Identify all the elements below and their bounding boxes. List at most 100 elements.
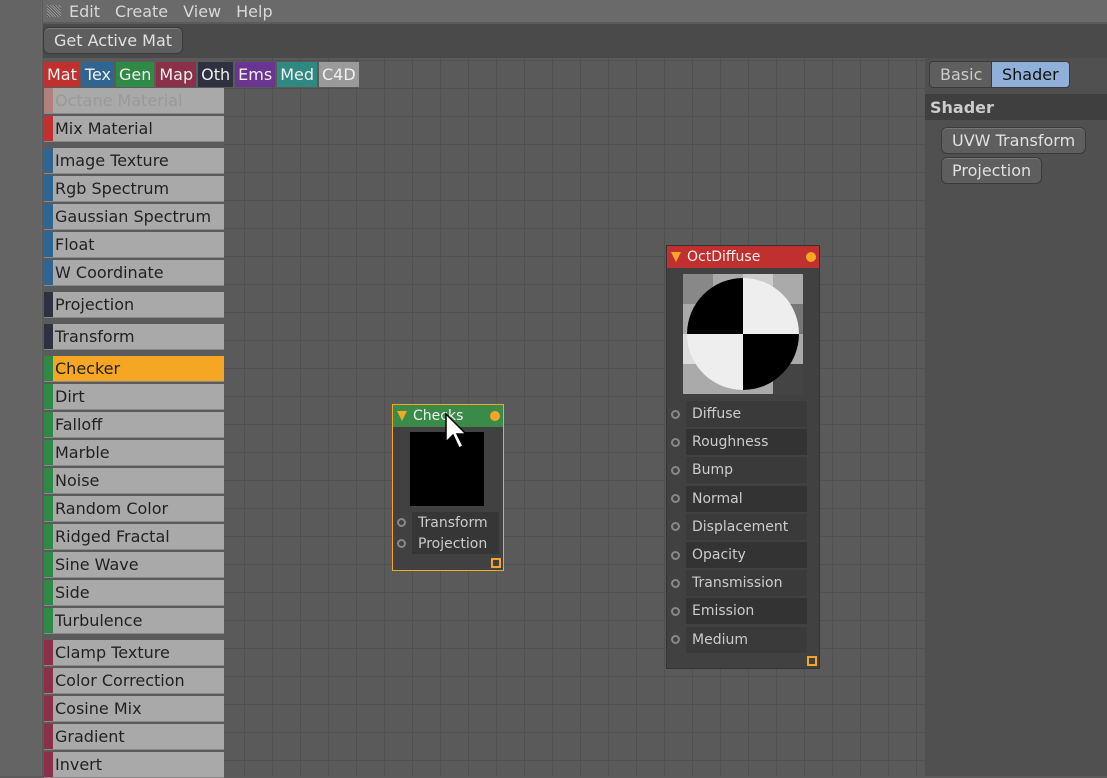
- port-transform[interactable]: Transform: [393, 512, 499, 533]
- category-color-bar: [44, 204, 53, 229]
- list-item[interactable]: Cosine Mix: [44, 696, 224, 722]
- port-opacity[interactable]: Opacity: [667, 542, 807, 568]
- menu-edit[interactable]: Edit: [69, 2, 100, 21]
- port-circle-icon[interactable]: [397, 539, 406, 548]
- list-item[interactable]: Noise: [44, 468, 224, 494]
- list-item-label: Falloff: [55, 415, 103, 434]
- category-tab-c4d[interactable]: C4D: [319, 62, 359, 87]
- list-item[interactable]: Float: [44, 232, 224, 258]
- port-circle-icon[interactable]: [671, 465, 680, 475]
- category-color-bar: [44, 552, 53, 577]
- list-item-label: Transform: [55, 327, 135, 346]
- port-emission[interactable]: Emission: [667, 598, 807, 625]
- port-circle-icon[interactable]: [671, 606, 680, 616]
- port-normal[interactable]: Normal: [667, 485, 807, 512]
- collapse-triangle-icon[interactable]: [397, 411, 407, 421]
- list-item-label: Color Correction: [55, 671, 185, 690]
- port-transmission[interactable]: Transmission: [667, 570, 807, 597]
- output-port-icon[interactable]: [806, 252, 816, 262]
- menu-view[interactable]: View: [183, 2, 221, 21]
- port-circle-icon[interactable]: [671, 409, 680, 419]
- port-circle-icon[interactable]: [397, 518, 406, 527]
- category-tab-map[interactable]: Map: [156, 62, 197, 87]
- tab-shader[interactable]: Shader: [991, 61, 1070, 88]
- port-circle-icon[interactable]: [671, 550, 680, 560]
- category-color-bar: [44, 496, 53, 521]
- category-tab-med[interactable]: Med: [277, 62, 317, 87]
- menu-help[interactable]: Help: [236, 2, 272, 21]
- list-item[interactable]: Marble: [44, 440, 224, 466]
- list-item[interactable]: Color Correction: [44, 668, 224, 694]
- category-tab-mat[interactable]: Mat: [44, 62, 80, 87]
- mouse-cursor-icon: [445, 412, 468, 450]
- list-item[interactable]: Sine Wave: [44, 552, 224, 578]
- list-item-label: Projection: [55, 295, 135, 314]
- list-item[interactable]: Image Texture: [44, 148, 224, 174]
- tab-basic[interactable]: Basic: [929, 61, 994, 88]
- list-item[interactable]: Checker: [44, 356, 224, 382]
- port-bump[interactable]: Bump: [667, 457, 807, 484]
- octdiffuse-node[interactable]: OctDiffuse Diffuse Roughness Bump Normal Dis…: [666, 245, 820, 669]
- grip-icon[interactable]: [47, 5, 61, 17]
- port-circle-icon[interactable]: [671, 578, 680, 588]
- list-item[interactable]: Gradient: [44, 724, 224, 750]
- category-color-bar: [44, 696, 53, 721]
- category-color-bar: [44, 148, 53, 173]
- list-item[interactable]: Mix Material: [44, 116, 224, 142]
- port-medium[interactable]: Medium: [667, 626, 807, 653]
- port-label: Transmission: [686, 570, 807, 597]
- section-header: Shader: [925, 94, 1107, 120]
- port-diffuse[interactable]: Diffuse: [667, 401, 807, 427]
- menu-bar: Edit Create View Help: [43, 0, 1107, 22]
- output-port-icon[interactable]: [490, 411, 500, 421]
- expand-icon[interactable]: [807, 656, 817, 666]
- list-item[interactable]: Rgb Spectrum: [44, 176, 224, 202]
- projection-button[interactable]: Projection: [941, 157, 1043, 184]
- node-header[interactable]: OctDiffuse: [667, 246, 819, 268]
- list-item-label: Clamp Texture: [55, 643, 170, 662]
- get-active-mat-button[interactable]: Get Active Mat: [43, 27, 184, 54]
- list-item[interactable]: Projection: [44, 292, 224, 318]
- expand-icon[interactable]: [491, 558, 501, 568]
- port-displacement[interactable]: Displacement: [667, 513, 807, 540]
- list-item-label: Side: [55, 583, 90, 602]
- category-color-bar: [44, 88, 53, 113]
- list-item[interactable]: Falloff: [44, 412, 224, 438]
- list-item[interactable]: Random Color: [44, 496, 224, 522]
- list-item[interactable]: Side: [44, 580, 224, 606]
- node-title: OctDiffuse: [687, 249, 761, 265]
- category-color-bar: [44, 752, 53, 777]
- list-item[interactable]: Gaussian Spectrum: [44, 204, 224, 230]
- port-projection[interactable]: Projection: [393, 533, 499, 554]
- list-item[interactable]: Ridged Fractal: [44, 524, 224, 550]
- category-tab-ems[interactable]: Ems: [235, 62, 276, 87]
- port-roughness[interactable]: Roughness: [667, 429, 807, 456]
- toolbar: Get Active Mat: [43, 24, 1107, 58]
- category-color-bar: [44, 724, 53, 749]
- category-tab-gen[interactable]: Gen: [115, 62, 155, 87]
- port-circle-icon[interactable]: [671, 635, 680, 645]
- port-circle-icon[interactable]: [671, 437, 680, 447]
- category-color-bar: [44, 468, 53, 493]
- list-item-label: W Coordinate: [55, 263, 164, 282]
- list-item[interactable]: Transform: [44, 324, 224, 350]
- collapse-triangle-icon[interactable]: [671, 252, 681, 262]
- category-color-bar: [44, 356, 53, 381]
- uvw-transform-button[interactable]: UVW Transform: [941, 127, 1087, 154]
- category-color-bar: [44, 116, 53, 141]
- list-item-label: Sine Wave: [55, 555, 139, 574]
- list-item[interactable]: Invert: [44, 752, 224, 778]
- menu-create[interactable]: Create: [115, 2, 168, 21]
- list-item-label: Random Color: [55, 499, 169, 518]
- list-item[interactable]: Turbulence: [44, 608, 224, 634]
- list-item[interactable]: Dirt: [44, 384, 224, 410]
- list-item-label: Gradient: [55, 727, 125, 746]
- list-item-label: Dirt: [55, 387, 85, 406]
- port-circle-icon[interactable]: [671, 494, 680, 504]
- list-item[interactable]: Octane Material: [44, 88, 224, 114]
- list-item[interactable]: W Coordinate: [44, 260, 224, 286]
- category-tab-oth[interactable]: Oth: [198, 62, 234, 87]
- list-item[interactable]: Clamp Texture: [44, 640, 224, 666]
- category-tab-tex[interactable]: Tex: [81, 62, 114, 87]
- port-circle-icon[interactable]: [671, 522, 680, 532]
